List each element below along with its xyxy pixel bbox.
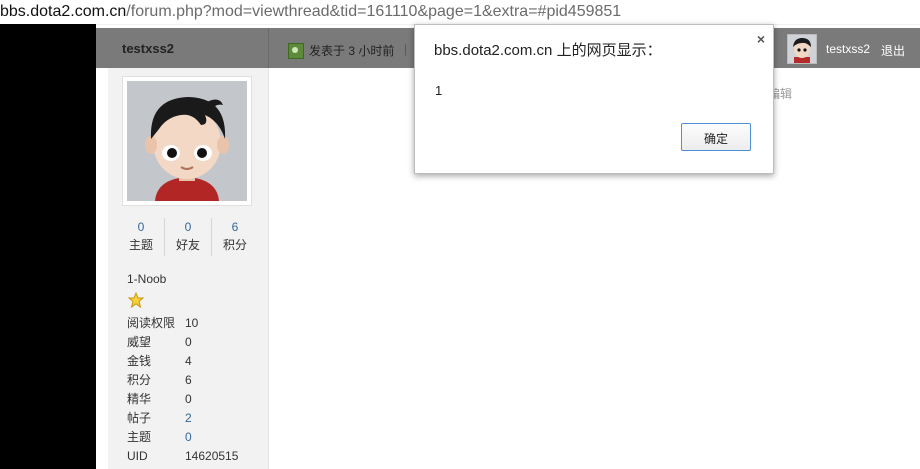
detail-row: 帖子 2 xyxy=(127,409,238,428)
author-avatar[interactable] xyxy=(122,76,252,206)
detail-value: 0 xyxy=(185,392,192,406)
stat-points-label: 积分 xyxy=(222,238,247,252)
detail-row: 威望 0 xyxy=(127,333,238,352)
detail-key: 精华 xyxy=(127,392,152,406)
stat-friends-label: 好友 xyxy=(175,238,200,252)
detail-row: 精华 0 xyxy=(127,390,238,409)
detail-value-link[interactable]: 2 xyxy=(185,409,192,428)
author-stats: 0 主题 0 好友 6 积分 xyxy=(118,218,258,256)
detail-value: 0 xyxy=(185,335,192,349)
alert-dialog: bbs.dota2.com.cn 上的网页显示： × 1 确定 xyxy=(414,24,774,174)
detail-key: 威望 xyxy=(127,335,152,349)
ok-button[interactable]: 确定 xyxy=(681,123,751,151)
stat-friends-value[interactable]: 0 xyxy=(165,218,211,236)
current-user-avatar[interactable] xyxy=(787,34,817,64)
detail-key: 金钱 xyxy=(127,354,152,368)
stat-threads[interactable]: 0 主题 xyxy=(118,218,164,256)
post-author-name[interactable]: testxss2 xyxy=(122,41,174,56)
detail-value: 6 xyxy=(185,373,192,387)
post-time-text: 发表于 3 小时前 xyxy=(309,44,395,58)
detail-value-link[interactable]: 0 xyxy=(185,428,192,447)
dialog-title: bbs.dota2.com.cn 上的网页显示： xyxy=(434,42,662,59)
logout-link[interactable]: 退出 xyxy=(881,42,905,59)
detail-key: 帖子 xyxy=(127,411,152,425)
detail-key: 积分 xyxy=(127,373,152,387)
left-black-strip xyxy=(0,24,96,469)
url-host: bbs.dota2.com.cn xyxy=(0,3,127,20)
detail-row: 主题 0 xyxy=(127,428,238,447)
detail-value: 4 xyxy=(185,354,192,368)
stat-points-value[interactable]: 6 xyxy=(212,218,258,236)
detail-row: 阅读权限 10 xyxy=(127,314,238,333)
detail-row: UID 14620515 xyxy=(127,447,238,466)
detail-key: 阅读权限 xyxy=(127,316,176,330)
post-time: 发表于 3 小时前 xyxy=(288,42,394,59)
detail-value: 10 xyxy=(185,316,199,330)
user-rank: 1-Noob xyxy=(127,272,167,286)
detail-key: 主题 xyxy=(127,430,152,444)
author-details: 阅读权限 10 威望 0 金钱 4 积分 6 精华 0 帖子 2 主题 0 UI… xyxy=(127,314,238,466)
detail-key: UID xyxy=(127,449,148,463)
url-path: /forum.php?mod=viewthread&tid=161110&pag… xyxy=(126,3,622,20)
detail-row: 积分 6 xyxy=(127,371,238,390)
stat-points[interactable]: 6 积分 xyxy=(211,218,258,256)
header-divider xyxy=(268,28,269,68)
header-pipe: | xyxy=(404,42,408,56)
avatar-image xyxy=(127,81,247,201)
address-bar[interactable]: bbs.dota2.com.cn/forum.php?mod=viewthrea… xyxy=(0,0,920,25)
star-icon xyxy=(127,291,145,309)
current-username-link[interactable]: testxss2 xyxy=(826,42,870,56)
close-icon[interactable]: × xyxy=(757,31,765,47)
stat-threads-value[interactable]: 0 xyxy=(118,218,164,236)
detail-row: 金钱 4 xyxy=(127,352,238,371)
online-status-icon xyxy=(288,42,304,59)
dialog-message: 1 xyxy=(435,83,443,98)
stat-friends[interactable]: 0 好友 xyxy=(164,218,211,256)
detail-value: 14620515 xyxy=(185,449,239,463)
stat-threads-label: 主题 xyxy=(128,238,153,252)
